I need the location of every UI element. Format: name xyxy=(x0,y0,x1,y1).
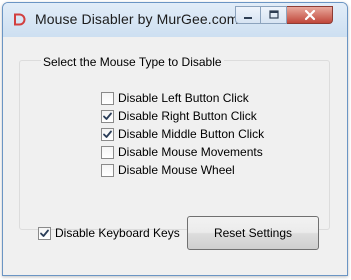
murgee-d-icon xyxy=(14,13,26,26)
checkbox-box[interactable] xyxy=(101,164,114,177)
checkmark-icon xyxy=(40,229,49,237)
checkbox-label: Disable Mouse Wheel xyxy=(118,163,235,177)
window-title: Mouse Disabler by MurGee.com xyxy=(35,11,239,27)
maximize-button[interactable] xyxy=(261,6,287,24)
client-area: Select the Mouse Type to Disable Disable… xyxy=(9,37,340,269)
group-label: Select the Mouse Type to Disable xyxy=(41,55,224,69)
disable-mouse-movements-checkbox[interactable]: Disable Mouse Movements xyxy=(101,145,263,160)
checkbox-label: Disable Keyboard Keys xyxy=(55,226,180,240)
minimize-button[interactable] xyxy=(235,6,261,24)
maximize-icon xyxy=(268,10,279,19)
disable-mouse-wheel-checkbox[interactable]: Disable Mouse Wheel xyxy=(101,163,235,178)
title-bar[interactable]: Mouse Disabler by MurGee.com xyxy=(3,3,347,37)
checkbox-box[interactable] xyxy=(101,146,114,159)
checkbox-label: Disable Left Button Click xyxy=(118,91,249,105)
disable-middle-click-checkbox[interactable]: Disable Middle Button Click xyxy=(101,127,264,142)
disable-keyboard-checkbox[interactable]: Disable Keyboard Keys xyxy=(38,226,180,241)
checkbox-box[interactable] xyxy=(101,92,114,105)
checkbox-label: Disable Middle Button Click xyxy=(118,127,265,141)
reset-settings-button[interactable]: Reset Settings xyxy=(187,216,319,250)
minimize-icon xyxy=(244,17,252,19)
disable-left-click-checkbox[interactable]: Disable Left Button Click xyxy=(101,91,249,106)
close-icon xyxy=(304,9,315,21)
close-button[interactable] xyxy=(287,6,333,24)
disable-right-click-checkbox[interactable]: Disable Right Button Click xyxy=(101,109,257,124)
checkbox-box[interactable] xyxy=(101,128,114,141)
checkmark-icon xyxy=(103,130,112,138)
checkbox-label: Disable Mouse Movements xyxy=(118,145,263,159)
checkbox-box[interactable] xyxy=(38,227,51,240)
checkmark-icon xyxy=(103,112,112,120)
app-window: Mouse Disabler by MurGee.com Select the … xyxy=(2,2,348,276)
checkbox-box[interactable] xyxy=(101,110,114,123)
checkbox-label: Disable Right Button Click xyxy=(118,109,257,123)
